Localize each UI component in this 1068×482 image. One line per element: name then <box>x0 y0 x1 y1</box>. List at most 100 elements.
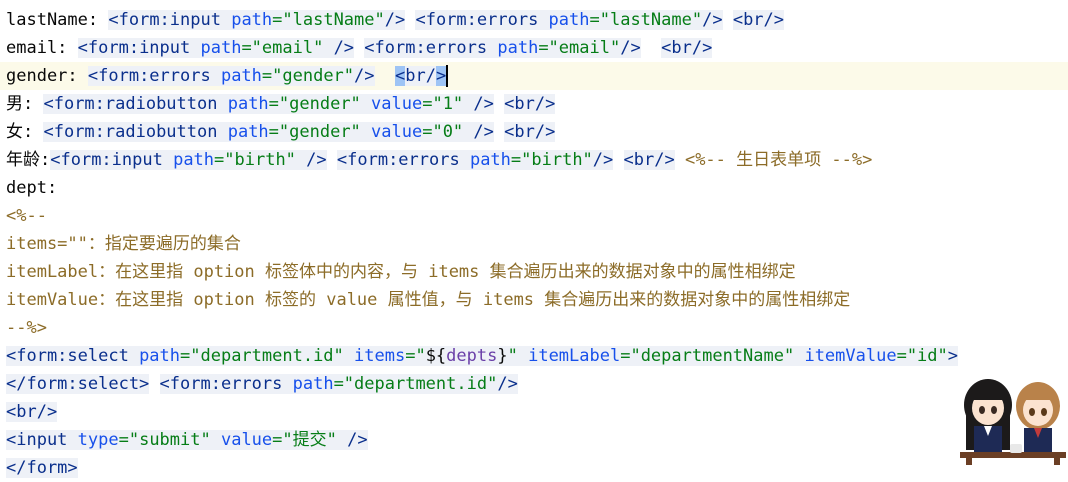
code-token: " <box>507 346 518 366</box>
code-token: <form:errors <box>159 374 283 394</box>
code-token: path <box>487 38 539 58</box>
code-token: value <box>210 430 273 450</box>
code-token: value <box>360 122 423 142</box>
code-token: <form:input <box>77 38 191 58</box>
code-line[interactable]: items=""：指定要遍历的集合 <box>0 230 1068 258</box>
code-token: <br/> <box>6 402 58 422</box>
code-token: ="department.id" <box>180 346 344 366</box>
code-token: path <box>217 122 269 142</box>
code-line[interactable]: lastName: <form:input path="lastName"/> … <box>0 6 1068 34</box>
code-token: ="departmentName" <box>620 346 795 366</box>
code-token: /> <box>620 38 641 58</box>
code-token: ="gender" <box>268 122 361 142</box>
code-token: /> <box>384 10 406 30</box>
code-token: <%-- <box>6 206 47 226</box>
code-token: ="1" <box>422 94 464 114</box>
code-token: <form:select <box>6 346 129 366</box>
code-token: /> <box>295 150 327 170</box>
code-token: <form:errors <box>364 38 488 58</box>
code-token: ="email" <box>241 38 324 58</box>
code-token: /> <box>463 94 494 114</box>
code-token: ="email" <box>538 38 621 58</box>
code-token: path <box>128 346 181 366</box>
code-token: ="lastName" <box>589 10 703 30</box>
code-token: <%-- 生日表单项 --%> <box>674 150 873 170</box>
code-token: ="department.id" <box>333 374 498 394</box>
code-token: form:input <box>118 10 221 30</box>
code-token: ${ <box>425 346 447 366</box>
code-token: ="birth" <box>214 150 296 170</box>
code-token: > <box>947 346 959 366</box>
code-token: <form:input <box>50 150 163 170</box>
code-token: items=""：指定要遍历的集合 <box>6 234 241 254</box>
code-line[interactable]: 女: <form:radiobutton path="gender" value… <box>0 118 1068 146</box>
code-token: <form:errors <box>415 10 539 30</box>
code-line[interactable]: 年龄:<form:input path="birth" /> <form:err… <box>0 146 1068 174</box>
code-line[interactable]: 男: <form:radiobutton path="gender" value… <box>0 90 1068 118</box>
code-token: email: <box>6 38 78 58</box>
code-line[interactable]: itemValue：在这里指 option 标签的 value 属性值，与 it… <box>0 286 1068 314</box>
code-token: ="提交" <box>272 430 337 450</box>
code-token: /> <box>354 66 375 86</box>
code-line-current[interactable]: gender: <form:errors path="gender"/> <br… <box>0 62 1068 90</box>
code-token: path <box>190 38 242 58</box>
code-line[interactable]: dept: <box>0 174 1068 202</box>
code-token: type <box>67 430 119 450</box>
code-token: /> <box>497 374 518 394</box>
code-token: 男: <box>6 94 44 114</box>
anime-girls-mascot-icon <box>958 370 1068 465</box>
code-line[interactable]: --%> <box>0 314 1068 342</box>
code-line[interactable]: email: <form:input path="email" /> <form… <box>0 34 1068 62</box>
code-token: itemValue <box>794 346 897 366</box>
code-token: =" <box>405 346 426 366</box>
code-token: ="submit" <box>118 430 211 450</box>
code-token: <br/> <box>623 150 675 170</box>
code-token: ="0" <box>422 122 464 142</box>
code-line[interactable]: itemLabel：在这里指 option 标签体中的内容，与 items 集合… <box>0 258 1068 286</box>
code-token: path <box>282 374 334 394</box>
code-token: lastName: <box>6 10 109 30</box>
code-token: /> <box>592 150 614 170</box>
code-token: </form:select> <box>6 374 150 394</box>
code-line[interactable]: <%-- <box>0 202 1068 230</box>
code-token: <br/> <box>661 38 713 58</box>
code-token: /> <box>463 122 494 142</box>
code-line[interactable]: </form:select> <form:errors path="depart… <box>0 370 1068 398</box>
code-editor[interactable]: lastName: <form:input path="lastName"/> … <box>0 6 1068 482</box>
code-token: path <box>210 66 262 86</box>
code-token: < <box>395 66 406 86</box>
code-token: <br/> <box>732 10 785 30</box>
code-token: ="gender" <box>261 66 355 86</box>
code-token: <form:errors <box>336 150 460 170</box>
code-token: gender: <box>6 66 88 86</box>
code-token: path <box>217 94 269 114</box>
code-token: dept: <box>6 178 58 198</box>
code-token: path <box>459 150 511 170</box>
code-token: <input <box>6 430 68 450</box>
code-line[interactable]: <input type="submit" value="提交" /> <box>0 426 1068 454</box>
code-token: --%> <box>6 318 47 338</box>
code-token: itemValue：在这里指 option 标签的 value 属性值，与 it… <box>6 290 851 310</box>
code-line[interactable]: </form> <box>0 454 1068 482</box>
code-token: path <box>162 150 215 170</box>
code-token: <form:errors <box>87 66 211 86</box>
code-token: ="birth" <box>510 150 593 170</box>
code-token: depts <box>446 346 498 366</box>
code-token: < <box>108 10 119 30</box>
code-token: 年龄: <box>6 150 51 170</box>
code-token: itemLabel <box>517 346 621 366</box>
code-token: <br/> <box>504 122 556 142</box>
code-token: /> <box>323 38 355 58</box>
code-token: path <box>220 10 273 30</box>
code-line[interactable]: <br/> <box>0 398 1068 426</box>
code-line[interactable]: <form:select path="department.id" items=… <box>0 342 1068 370</box>
code-token: /> <box>702 10 723 30</box>
code-token: itemLabel：在这里指 option 标签体中的内容，与 items 集合… <box>6 262 796 282</box>
